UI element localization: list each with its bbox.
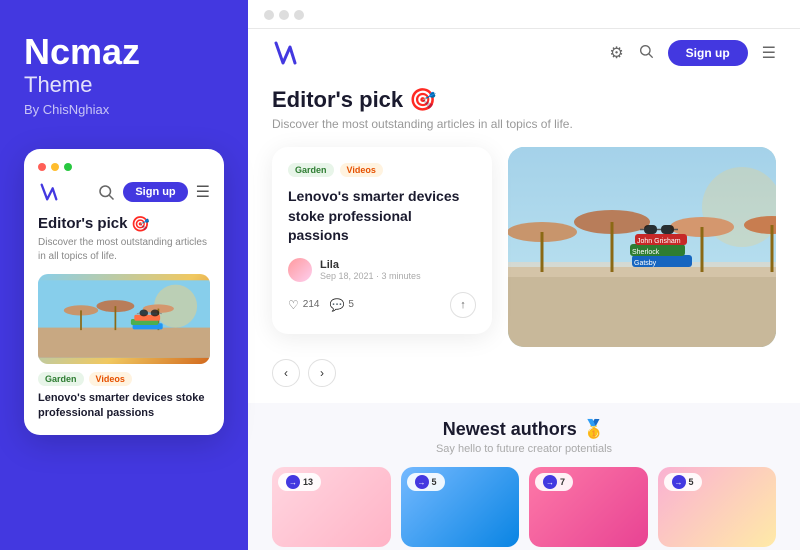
article-tag-garden: Garden: [288, 163, 334, 177]
mobile-logo: [38, 181, 60, 203]
likes-stat: ♡ 214: [288, 298, 319, 312]
brand-by: By ChisNghiax: [24, 102, 224, 117]
brand-name: Ncmaz: [24, 32, 224, 72]
browser-dot-3: [294, 10, 304, 20]
authors-heading: Newest authors 🥇: [272, 419, 776, 440]
hamburger-icon[interactable]: ☰: [762, 43, 776, 63]
browser-dots: [264, 10, 784, 28]
tag-videos: Videos: [89, 372, 132, 386]
nav-arrows: ‹ ›: [272, 359, 776, 387]
mobile-article-image: [38, 274, 210, 364]
article-card-title: Lenovo's smarter devices stoke professio…: [288, 187, 476, 246]
editors-pick-desc: Discover the most outstanding articles i…: [272, 117, 776, 131]
desktop-content: ⚙ Sign up ☰ Editor's pick 🎯 Discover the…: [248, 29, 800, 550]
mobile-signup-button[interactable]: Sign up: [123, 182, 187, 202]
authors-desc: Say hello to future creator potentials: [272, 443, 776, 455]
desktop-signup-button[interactable]: Sign up: [668, 40, 748, 66]
next-arrow-button[interactable]: ›: [308, 359, 336, 387]
beach-scene-svg: Gatsby Sherlock John Grisham: [508, 147, 776, 347]
article-author: Lila Sep 18, 2021 · 3 minutes: [288, 258, 476, 282]
article-card-tags: Garden Videos: [288, 163, 476, 177]
article-card: Garden Videos Lenovo's smarter devices s…: [272, 147, 492, 334]
author-card-4[interactable]: → 5: [658, 467, 777, 547]
window-dots: [38, 163, 210, 171]
mobile-hamburger-icon[interactable]: ☰: [196, 182, 210, 202]
heart-icon: ♡: [288, 298, 299, 312]
mobile-logo-icon: [38, 181, 60, 203]
settings-icon[interactable]: ⚙: [609, 43, 623, 63]
badge-arrow-icon-3: →: [543, 475, 557, 489]
author-card-1[interactable]: → 13: [272, 467, 391, 547]
authors-grid: → 13 → 5 → 7: [272, 467, 776, 547]
browser-top-bar: [248, 0, 800, 29]
author-date: Sep 18, 2021 · 3 minutes: [320, 271, 421, 281]
author-card-3[interactable]: → 7: [529, 467, 648, 547]
author-info: Lila Sep 18, 2021 · 3 minutes: [320, 259, 421, 281]
mobile-editors-desc: Discover the most outstanding articles i…: [38, 236, 210, 264]
author-name: Lila: [320, 259, 421, 271]
authors-section: Newest authors 🥇 Say hello to future cre…: [248, 403, 800, 550]
beach-svg: [38, 274, 210, 364]
search-icon[interactable]: [638, 43, 654, 64]
article-hero-image: Gatsby Sherlock John Grisham: [508, 147, 776, 347]
author-badge-3: → 7: [535, 473, 573, 491]
mobile-preview-card: Sign up ☰ Editor's pick 🎯 Discover the m…: [24, 149, 224, 436]
left-panel: Ncmaz Theme By ChisNghiax Sign up ☰: [0, 0, 248, 550]
prev-arrow-button[interactable]: ‹: [272, 359, 300, 387]
svg-text:John Grisham: John Grisham: [637, 238, 681, 245]
dot-green: [64, 163, 72, 171]
svg-text:Sherlock: Sherlock: [632, 249, 660, 256]
desktop-logo-icon: [272, 39, 300, 67]
author-badge-4: → 5: [664, 473, 702, 491]
mobile-nav: Sign up ☰: [38, 181, 210, 203]
badge-arrow-icon-2: →: [415, 475, 429, 489]
desktop-nav: ⚙ Sign up ☰: [248, 29, 800, 77]
mobile-article-tags: Garden Videos: [38, 372, 210, 386]
article-tag-videos: Videos: [340, 163, 383, 177]
desktop-logo: [272, 39, 300, 67]
dot-yellow: [51, 163, 59, 171]
mobile-search-icon[interactable]: [97, 183, 115, 201]
mobile-nav-right: Sign up ☰: [97, 182, 210, 202]
tag-garden: Garden: [38, 372, 84, 386]
svg-text:Gatsby: Gatsby: [634, 260, 657, 267]
author-badge-2: → 5: [407, 473, 445, 491]
comments-count: 5: [348, 299, 354, 310]
desktop-nav-right: ⚙ Sign up ☰: [609, 40, 776, 66]
beach-image-bg: Gatsby Sherlock John Grisham: [508, 147, 776, 347]
author-badge-1: → 13: [278, 473, 321, 491]
editors-pick-heading: Editor's pick 🎯: [272, 87, 776, 113]
author-avatar: [288, 258, 312, 282]
badge-arrow-icon-4: →: [672, 475, 686, 489]
brand-subtitle: Theme: [24, 72, 224, 98]
article-stats-left: ♡ 214 💬 5: [288, 298, 354, 312]
article-area: Garden Videos Lenovo's smarter devices s…: [272, 147, 776, 347]
right-panel: ⚙ Sign up ☰ Editor's pick 🎯 Discover the…: [248, 0, 800, 550]
comment-icon: 💬: [329, 298, 344, 312]
browser-dot-1: [264, 10, 274, 20]
mobile-editors-pick-title: Editor's pick 🎯: [38, 215, 210, 233]
save-button[interactable]: ↑: [450, 292, 476, 318]
dot-red: [38, 163, 46, 171]
article-stats: ♡ 214 💬 5 ↑: [288, 292, 476, 318]
likes-count: 214: [303, 299, 320, 310]
badge-arrow-icon: →: [286, 475, 300, 489]
browser-dot-2: [279, 10, 289, 20]
author-card-2[interactable]: → 5: [401, 467, 520, 547]
editors-section: Editor's pick 🎯 Discover the most outsta…: [248, 77, 800, 403]
mobile-article-title: Lenovo's smarter devices stoke professio…: [38, 391, 210, 422]
comments-stat: 💬 5: [329, 298, 354, 312]
